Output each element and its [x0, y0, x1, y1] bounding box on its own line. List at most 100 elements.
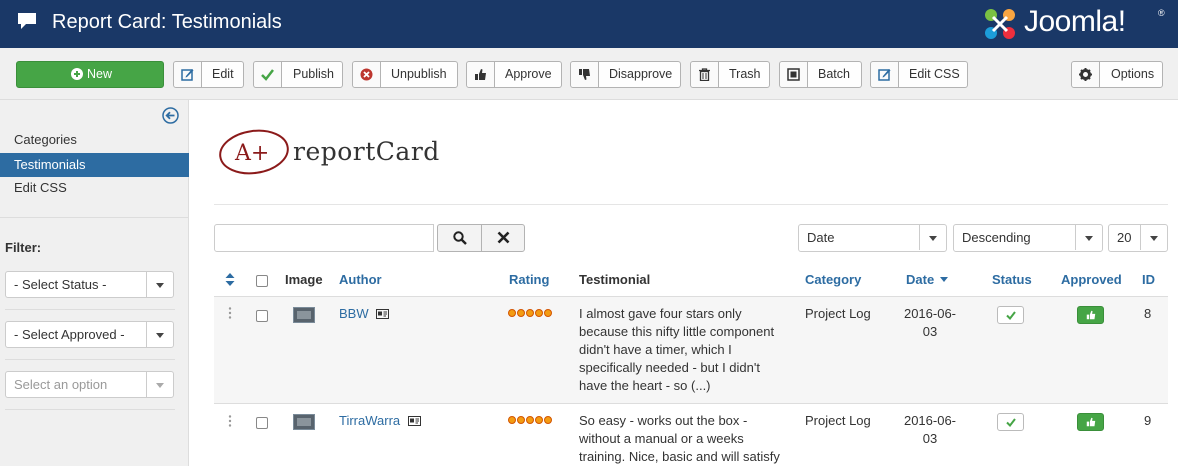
drag-handle-icon[interactable]	[228, 415, 232, 427]
category-cell: Project Log	[805, 413, 871, 428]
column-header-testimonial: Testimonial	[579, 272, 651, 287]
trash-button-label: Trash	[729, 67, 761, 81]
status-filter-select[interactable]: - Select Status -	[5, 271, 174, 298]
app-header: Report Card: Testimonials Joomla! ®	[0, 0, 1178, 48]
option-filter-select[interactable]: Select an option	[5, 371, 174, 398]
sidebar-item-testimonials[interactable]: Testimonials	[0, 153, 189, 177]
disapprove-button-label: Disapprove	[609, 67, 673, 81]
column-header-image: Image	[285, 272, 323, 287]
testimonial-line: didn't have a timer, which I	[579, 342, 732, 357]
chevron-down-icon	[1140, 225, 1167, 250]
select-all-checkbox[interactable]	[256, 275, 268, 287]
sidebar: Categories Testimonials Edit CSS Filter:…	[0, 100, 189, 466]
ordering-select[interactable]: Date	[798, 224, 947, 252]
author-link[interactable]: BBW	[339, 306, 369, 321]
trash-button[interactable]: Trash	[690, 61, 770, 88]
star-icon	[508, 416, 516, 424]
sidebar-item-categories[interactable]: Categories	[0, 128, 189, 152]
check-icon	[254, 62, 282, 87]
status-toggle-button[interactable]	[997, 413, 1024, 431]
author-link[interactable]: TirraWarra	[339, 413, 400, 428]
speech-bubble-icon	[18, 13, 36, 29]
limit-select[interactable]: 20	[1108, 224, 1168, 252]
edit-css-button[interactable]: Edit CSS	[870, 61, 968, 88]
id-cell: 9	[1144, 413, 1152, 428]
unpublish-button[interactable]: Unpublish	[352, 61, 458, 88]
testimonial-line: So easy - works out the box -	[579, 413, 748, 428]
publish-button[interactable]: Publish	[253, 61, 343, 88]
testimonial-line: without a manual or a weeks	[579, 431, 744, 446]
chevron-down-icon	[1075, 225, 1102, 250]
table-row: TirraWarra So easy - works out the box -…	[214, 405, 1168, 466]
contact-card-icon	[407, 416, 421, 426]
star-icon	[508, 309, 516, 317]
column-header-approved[interactable]: Approved	[1061, 272, 1122, 287]
date-line: 03	[922, 431, 938, 446]
direction-value: Descending	[962, 230, 1031, 245]
image-thumbnail-icon[interactable]	[293, 307, 315, 323]
filter-label: Filter:	[5, 240, 42, 255]
ordering-value: Date	[807, 230, 835, 245]
sidebar-item-edit-css[interactable]: Edit CSS	[0, 176, 189, 200]
disapprove-button[interactable]: Disapprove	[570, 61, 681, 88]
sort-arrows-icon[interactable]	[225, 273, 235, 286]
search-button[interactable]	[437, 224, 482, 252]
joomla-logo-text: Joomla!	[1024, 5, 1126, 38]
batch-button[interactable]: Batch	[779, 61, 862, 88]
search-input[interactable]	[214, 224, 434, 252]
publish-button-label: Publish	[293, 67, 334, 81]
author-cell[interactable]: BBW	[339, 305, 390, 323]
column-header-category[interactable]: Category	[805, 272, 861, 287]
star-icon	[535, 309, 543, 317]
options-button[interactable]: Options	[1071, 61, 1163, 88]
column-header-date-label: Date	[906, 272, 935, 287]
author-cell[interactable]: TirraWarra	[339, 412, 421, 430]
brand-name: reportCard	[293, 137, 440, 166]
chevron-down-icon	[146, 372, 173, 397]
brand-grade: A+	[234, 141, 269, 166]
testimonial-cell: So easy - works out the box - without a …	[579, 412, 794, 466]
edit-button[interactable]: Edit	[173, 61, 244, 88]
limit-value: 20	[1117, 230, 1132, 245]
approve-button[interactable]: Approve	[466, 61, 562, 88]
arrow-left-circle-icon[interactable]	[162, 107, 179, 124]
options-button-label: Options	[1111, 67, 1155, 81]
column-header-id[interactable]: ID	[1142, 272, 1155, 287]
table-row: BBW I almost gave four stars only becaus…	[214, 297, 1168, 404]
row-checkbox[interactable]	[256, 417, 268, 429]
page-title: Report Card: Testimonials	[52, 11, 282, 33]
check-icon	[1006, 311, 1016, 320]
column-header-rating[interactable]: Rating	[509, 272, 549, 287]
clear-search-button[interactable]	[481, 224, 525, 252]
edit-icon	[871, 62, 899, 87]
status-toggle-button[interactable]	[997, 306, 1024, 324]
approved-toggle-button[interactable]	[1077, 306, 1104, 324]
option-filter-value: Select an option	[14, 377, 108, 392]
contact-card-icon	[376, 309, 390, 319]
direction-select[interactable]: Descending	[953, 224, 1103, 252]
star-icon	[526, 309, 534, 317]
drag-handle-icon[interactable]	[228, 307, 232, 319]
plus-circle-icon	[71, 68, 83, 80]
joomla-logo-registered: ®	[1158, 8, 1165, 18]
star-icon	[544, 416, 552, 424]
gear-icon	[1072, 62, 1100, 87]
thumbs-up-icon	[467, 62, 495, 87]
column-header-date[interactable]: Date	[906, 272, 948, 287]
chevron-down-icon	[146, 272, 173, 297]
date-line: 2016-06-	[903, 413, 957, 428]
rating-stars	[508, 416, 554, 426]
row-checkbox[interactable]	[256, 310, 268, 322]
date-line: 03	[922, 324, 938, 339]
testimonial-line: specifically needed - but I didn't	[579, 360, 760, 375]
status-filter-value: - Select Status -	[14, 277, 107, 292]
trash-icon	[691, 62, 719, 87]
column-header-author[interactable]: Author	[339, 272, 382, 287]
approved-filter-select[interactable]: - Select Approved -	[5, 321, 174, 348]
chevron-down-icon	[919, 225, 946, 250]
image-thumbnail-icon[interactable]	[293, 414, 315, 430]
column-header-status[interactable]: Status	[992, 272, 1032, 287]
caret-down-icon	[939, 277, 948, 282]
new-button[interactable]: New	[16, 61, 164, 88]
approved-toggle-button[interactable]	[1077, 413, 1104, 431]
